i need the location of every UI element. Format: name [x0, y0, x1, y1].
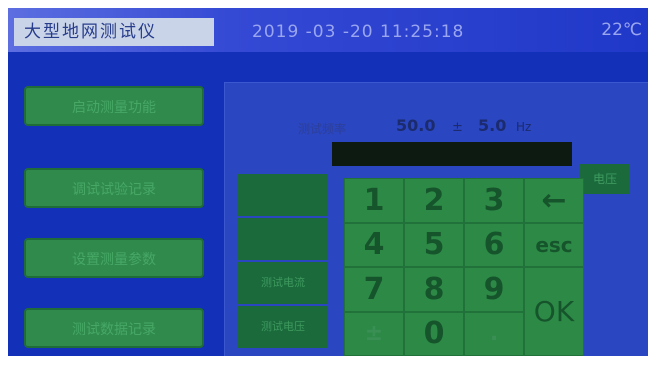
- key-0[interactable]: 0: [404, 311, 464, 356]
- key-2[interactable]: 2: [404, 178, 464, 223]
- device-title: 大型地网测试仪: [14, 18, 214, 46]
- key-9[interactable]: 9: [464, 267, 524, 312]
- device-screen: 大型地网测试仪 2019 -03 -20 11:25:18 22℃ 启动测量功能…: [8, 8, 648, 356]
- key-3[interactable]: 3: [464, 178, 524, 223]
- key-8[interactable]: 8: [404, 267, 464, 312]
- frequency-unit: Hz: [516, 120, 532, 134]
- frequency-label: 测试频率: [298, 122, 347, 136]
- param-field-4[interactable]: 测试电压: [238, 306, 328, 348]
- input-display: [332, 142, 572, 166]
- sign-key[interactable]: ±: [344, 311, 404, 356]
- frequency-value: 50.0: [396, 116, 436, 135]
- key-6[interactable]: 6: [464, 222, 524, 267]
- param-field-3[interactable]: 测试电流: [238, 262, 328, 304]
- side-button-set-parameters[interactable]: 设置测量参数: [24, 238, 204, 278]
- right-field-fragment: 电压: [580, 164, 630, 194]
- temperature-display: 22℃: [601, 20, 642, 40]
- backspace-key[interactable]: ←: [524, 178, 584, 223]
- key-7[interactable]: 7: [344, 267, 404, 312]
- side-button-start-measurement[interactable]: 启动测量功能: [24, 86, 204, 126]
- param-field-1[interactable]: [238, 174, 328, 216]
- decimal-key[interactable]: .: [464, 311, 524, 356]
- key-4[interactable]: 4: [344, 222, 404, 267]
- title-bar: 大型地网测试仪 2019 -03 -20 11:25:18 22℃: [8, 8, 648, 52]
- side-button-data-record[interactable]: 测试数据记录: [24, 308, 204, 348]
- numeric-keypad: 1 2 3 ← 4 5 6 esc 7 8 9 OK ± 0 .: [344, 178, 584, 356]
- key-1[interactable]: 1: [344, 178, 404, 223]
- esc-key[interactable]: esc: [524, 222, 584, 267]
- plus-minus-sign: ±: [452, 120, 463, 135]
- side-button-debug-record[interactable]: 调试试验记录: [24, 168, 204, 208]
- frequency-tolerance: 5.0: [478, 116, 507, 135]
- ok-key[interactable]: OK: [524, 267, 584, 356]
- param-field-2[interactable]: [238, 218, 328, 260]
- datetime-display: 2019 -03 -20 11:25:18: [252, 22, 465, 42]
- key-5[interactable]: 5: [404, 222, 464, 267]
